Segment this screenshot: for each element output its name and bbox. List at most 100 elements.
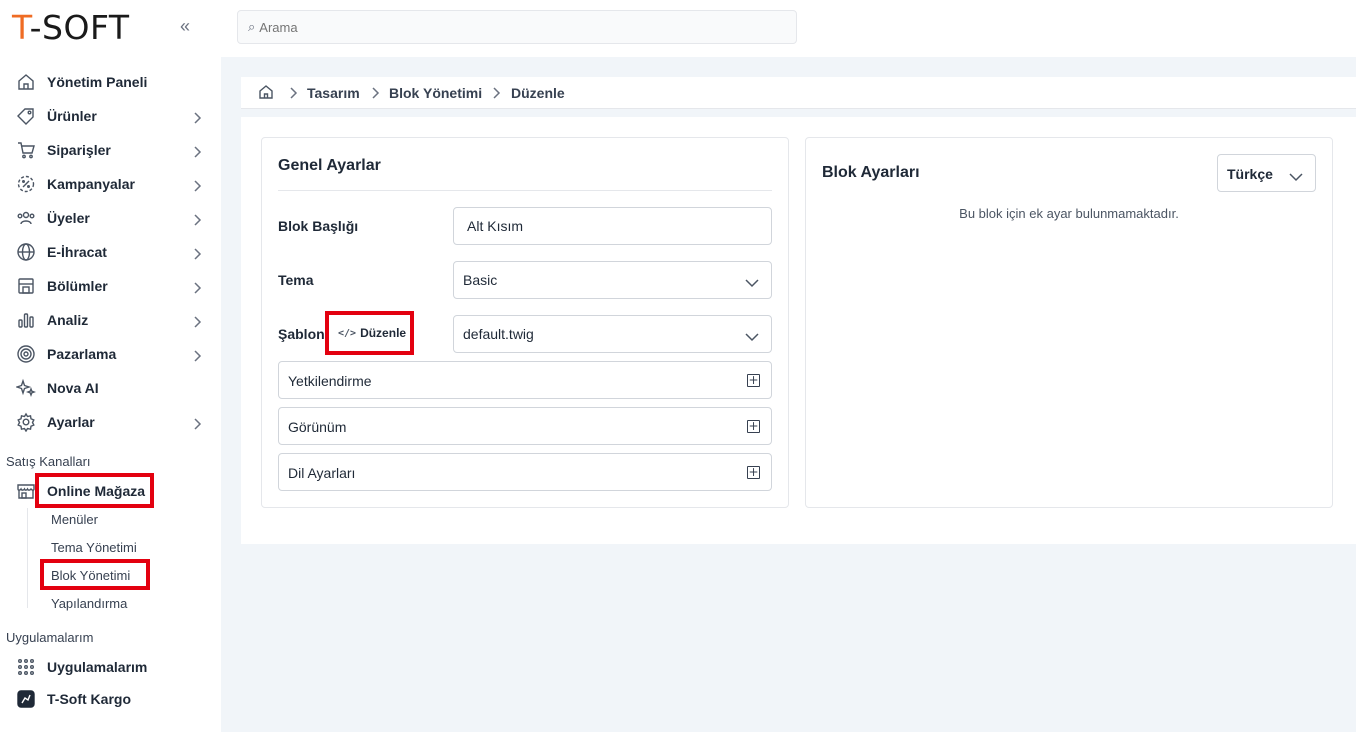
template-label: Şablon [278,326,325,342]
section-label-sales-channels: Satış Kanalları [6,454,91,469]
breadcrumb-blok-yonetimi[interactable]: Blok Yönetimi [389,85,482,101]
accordion-gorunum[interactable]: Görünüm + [278,407,772,445]
accordion-title: Yetkilendirme [288,373,372,389]
language-select[interactable]: Türkçe [1217,154,1316,192]
chevron-down-icon [745,275,759,288]
breadcrumb-tasarim[interactable]: Tasarım [307,85,360,101]
sidebar-item-label: E-İhracat [47,244,107,260]
accordion-dil-ayarlari[interactable]: Dil Ayarları + [278,453,772,491]
section-label-apps: Uygulamalarım [6,630,94,645]
chevron-right-icon [370,86,380,99]
sidebar-item-kampanyalar[interactable]: Kampanyalar [0,167,221,201]
language-value: Türkçe [1227,166,1273,182]
search-icon: ⌕ [248,19,256,34]
home-icon [16,72,36,92]
sidebar-item-pazarlama[interactable]: Pazarlama [0,337,221,371]
chevron-right-icon [192,417,202,430]
theme-value: Basic [463,272,498,288]
sidebar-item-yonetim-paneli[interactable]: Yönetim Paneli [0,65,221,99]
sidebar-item-label: Bölümler [47,278,108,294]
sidebar-item-label: Siparişler [47,142,111,158]
sidebar-item-label: Pazarlama [47,346,117,362]
sidebar-item-label: Üyeler [47,210,90,226]
tsoft-logo[interactable]: T-SOFT [12,8,130,47]
sidebar-item-online-magaza[interactable]: Online Mağaza [0,474,221,508]
sidebar-item-label: Analiz [47,312,89,328]
sidebar-item-label: Kampanyalar [47,176,135,192]
template-value: default.twig [463,326,534,342]
sidebar-item-label: Ayarlar [47,414,95,430]
chevron-right-icon [192,179,202,192]
tag-icon [16,106,36,126]
block-settings-title: Blok Ayarları [822,164,920,181]
sidebar-item-label: Ürünler [47,108,97,124]
breadcrumb-duzenle: Düzenle [511,85,565,101]
template-edit-button[interactable]: </> Düzenle [331,317,408,349]
template-edit-label: Düzenle [360,326,407,340]
sidebar-item-urunler[interactable]: Ürünler [0,99,221,133]
plus-square-icon[interactable]: + [747,420,760,433]
target-icon [16,344,36,364]
sidebar-item-uyeler[interactable]: Üyeler [0,201,221,235]
accordion-title: Görünüm [288,419,347,435]
analytics-icon [16,310,36,330]
discount-icon [16,174,36,194]
sidebar-item-bolumler[interactable]: Bölümler [0,269,221,303]
users-icon [16,208,36,228]
divider [278,190,772,191]
block-settings-card [805,137,1333,508]
general-settings-title: Genel Ayarlar [278,157,381,174]
breadcrumb: Tasarım Blok Yönetimi Düzenle [241,77,1356,109]
sidebar-item-nova-ai[interactable]: Nova AI [0,371,221,405]
sidebar-item-label: Nova AI [47,380,99,396]
subitem-menuler[interactable]: Menüler [51,512,98,527]
home-icon[interactable] [258,84,274,100]
sidebar-item-siparisler[interactable]: Siparişler [0,133,221,167]
sidebar-item-ayarlar[interactable]: Ayarlar [0,405,221,439]
submenu-line [27,508,28,608]
sections-icon [16,276,36,296]
block-title-value: Alt Kısım [467,218,524,234]
chevron-down-icon [745,329,759,342]
sidebar-item-label: Yönetim Paneli [47,74,148,90]
apps-grid-icon [16,657,36,677]
collapse-sidebar-icon[interactable]: « [180,16,190,37]
subitem-tema-yonetimi[interactable]: Tema Yönetimi [51,540,137,555]
theme-select[interactable]: Basic [453,261,772,299]
chevron-right-icon [192,111,202,124]
chevron-right-icon [192,281,202,294]
sidebar-item-label: Online Mağaza [47,483,146,499]
chevron-down-icon [1289,169,1303,182]
search-input[interactable] [259,19,760,35]
subitem-blok-yonetimi[interactable]: Blok Yönetimi [51,568,130,583]
accordion-yetkilendirme[interactable]: Yetkilendirme + [278,361,772,399]
sidebar: T-SOFT « Yönetim Paneli Ürünler Siparişl… [0,0,221,732]
globe-icon [16,242,36,262]
chevron-right-icon [192,349,202,362]
sidebar-item-label: T-Soft Kargo [47,691,131,707]
sidebar-item-analiz[interactable]: Analiz [0,303,221,337]
plus-square-icon[interactable]: + [747,374,760,387]
sidebar-item-uygulamalarim[interactable]: Uygulamalarım [0,650,221,684]
sidebar-item-e-ihracat[interactable]: E-İhracat [0,235,221,269]
search-bar[interactable]: ⌕ [237,10,797,44]
sidebar-item-tsoft-kargo[interactable]: T-Soft Kargo [0,682,221,716]
chevron-right-icon [288,86,298,99]
code-icon: </> [338,327,357,339]
empty-settings-message: Bu blok için ek ayar bulunmamaktadır. [959,206,1179,221]
block-title-label: Blok Başlığı [278,218,359,234]
subitem-yapilandirma[interactable]: Yapılandırma [51,596,127,611]
theme-label: Tema [278,272,314,288]
store-icon [16,481,36,501]
chevron-right-icon [192,145,202,158]
cart-icon [16,140,36,160]
sidebar-item-label: Uygulamalarım [47,659,148,675]
kargo-icon [16,689,36,709]
block-title-input[interactable]: Alt Kısım [453,207,772,245]
plus-square-icon[interactable]: + [747,466,760,479]
template-select[interactable]: default.twig [453,315,772,353]
gear-icon [16,412,36,432]
chevron-right-icon [491,86,501,99]
chevron-right-icon [192,315,202,328]
sparkles-icon [16,378,36,398]
